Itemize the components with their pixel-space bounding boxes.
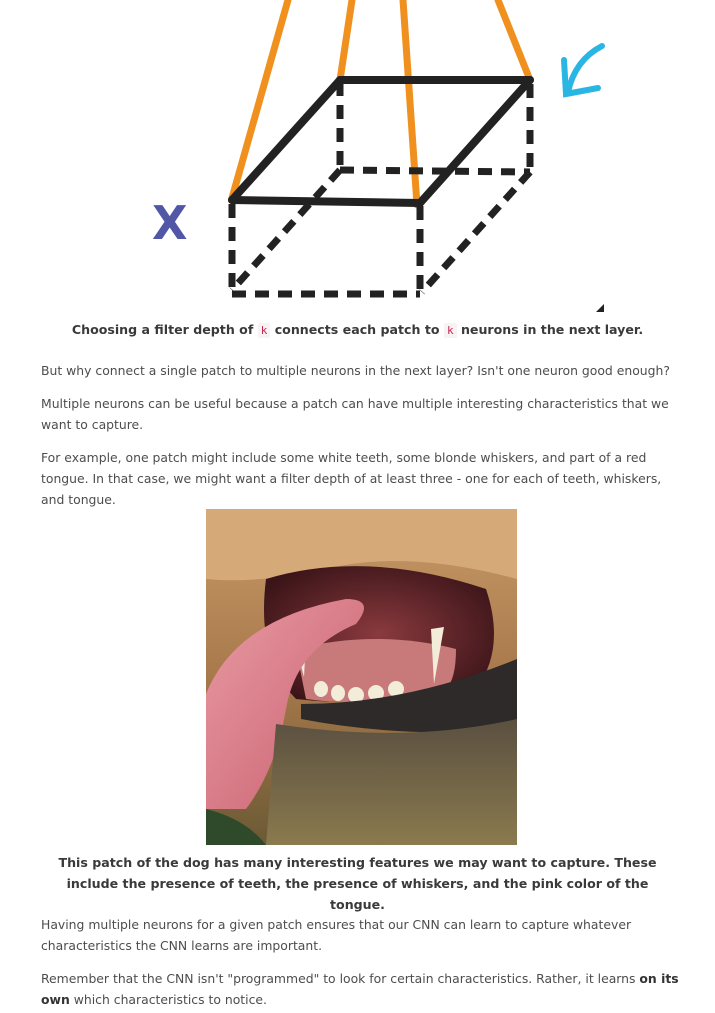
caption-text: Choosing a filter depth of [71, 322, 258, 337]
paragraph-text: Remember that the CNN isn't "programmed"… [41, 971, 640, 986]
box-solid-edges [228, 76, 534, 207]
figure1-caption: Choosing a filter depth of k connects ea… [40, 319, 675, 341]
x-label: X [152, 196, 188, 250]
filter-depth-diagram: X [120, 0, 605, 312]
code-k: k [443, 323, 457, 338]
dog-mouth-photo-icon [206, 509, 517, 845]
paragraph-multiple-neurons: Multiple neurons can be useful because a… [41, 396, 669, 432]
paragraph-text: which characteristics to notice. [69, 992, 267, 1007]
paragraph-learn-capture: Having multiple neurons for a given patc… [41, 917, 632, 953]
box-dashed-edges [228, 82, 534, 298]
paragraph-why-multiple: But why connect a single patch to multip… [41, 363, 670, 378]
dog-mouth-photo [206, 509, 517, 845]
filter-depth-diagram-icon [228, 0, 605, 312]
caption-text: connects each patch to [270, 322, 444, 337]
caption-text: neurons in the next layer. [456, 322, 644, 337]
paragraph-not-programmed: Remember that the CNN isn't "programmed"… [41, 968, 681, 1010]
arrow-blue-icon [561, 43, 605, 98]
paragraph-example: For example, one patch might include som… [41, 450, 662, 507]
figure2-caption: This patch of the dog has many interesti… [58, 855, 657, 912]
corner-mark [596, 304, 604, 312]
code-k: k [257, 323, 271, 338]
